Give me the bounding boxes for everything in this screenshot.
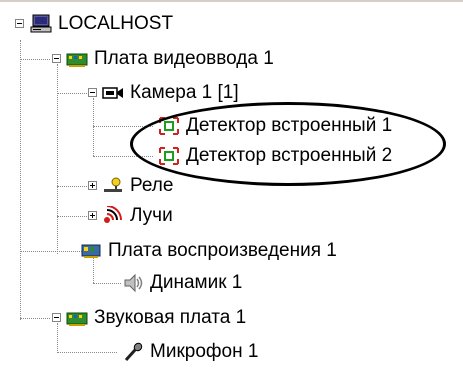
node-label: Реле xyxy=(130,175,174,196)
tree-line xyxy=(57,186,87,187)
tree-node-playback-board[interactable]: Плата воспроизведения 1 xyxy=(80,236,337,266)
device-tree: LOCALHOST Плата видеоввода 1 Камера 1 [1… xyxy=(0,0,463,376)
video-board-icon xyxy=(66,49,88,69)
relay-icon xyxy=(102,176,124,196)
computer-icon xyxy=(30,14,52,34)
collapse-toggle-sound-board[interactable] xyxy=(52,313,61,322)
rays-icon xyxy=(102,206,124,226)
tree-node-camera[interactable]: Камера 1 [1] xyxy=(102,78,239,108)
tree-line xyxy=(57,352,117,353)
node-label: Динамик 1 xyxy=(150,272,243,293)
node-label: Лучи xyxy=(130,205,173,226)
microphone-icon xyxy=(122,342,144,362)
collapse-toggle-video-board[interactable] xyxy=(52,54,61,63)
tree-node-video-board[interactable]: Плата видеоввода 1 xyxy=(66,44,274,74)
camera-icon xyxy=(102,83,124,103)
collapse-toggle-localhost[interactable] xyxy=(15,19,24,28)
tree-line xyxy=(57,216,87,217)
playback-board-icon xyxy=(80,241,102,261)
tree-view-panel: LOCALHOST Плата видеоввода 1 Камера 1 [1… xyxy=(0,0,463,376)
node-label: Плата видеоввода 1 xyxy=(94,48,274,69)
node-label: Микрофон 1 xyxy=(150,341,259,362)
tree-line xyxy=(93,98,94,156)
node-label: Камера 1 [1] xyxy=(130,82,239,103)
tree-node-sound-board[interactable]: Звуковая плата 1 xyxy=(66,303,246,333)
tree-line xyxy=(57,93,87,94)
tree-node-speaker[interactable]: Динамик 1 xyxy=(122,268,242,298)
node-label: Звуковая плата 1 xyxy=(94,307,247,328)
node-label: LOCALHOST xyxy=(58,13,174,34)
tree-node-localhost[interactable]: LOCALHOST xyxy=(30,9,173,39)
node-label: Плата воспроизведения 1 xyxy=(108,240,337,261)
tree-node-relay[interactable]: Реле xyxy=(102,171,173,201)
expand-toggle-relay[interactable] xyxy=(88,181,97,190)
tree-node-microphone[interactable]: Микрофон 1 xyxy=(122,337,258,367)
tree-line xyxy=(20,59,50,60)
sound-board-icon xyxy=(66,308,88,328)
tree-node-rays[interactable]: Лучи xyxy=(102,201,173,231)
speaker-icon xyxy=(122,273,144,293)
tree-line xyxy=(93,283,121,284)
tree-line xyxy=(20,318,50,319)
tree-line xyxy=(57,323,58,353)
expand-toggle-rays[interactable] xyxy=(88,211,97,220)
highlight-ellipse xyxy=(130,102,446,186)
collapse-toggle-camera[interactable] xyxy=(88,88,97,97)
tree-line xyxy=(20,251,82,252)
tree-line xyxy=(20,40,21,320)
